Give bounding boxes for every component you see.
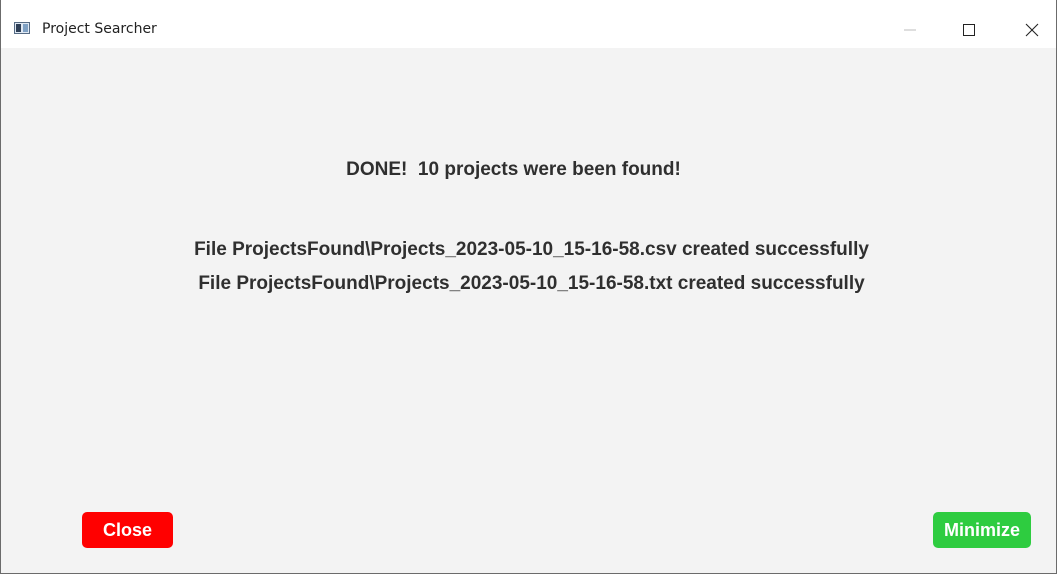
title-bar[interactable]: Project Searcher	[1, 0, 1056, 48]
content-area: DONE! 10 projects were been found! File …	[1, 48, 1056, 573]
maximize-icon	[963, 24, 975, 36]
app-window-icon	[14, 22, 30, 34]
app-icon-right-pane	[23, 24, 28, 32]
file-created-message-csv: File ProjectsFound\Projects_2023-05-10_1…	[194, 239, 869, 260]
window-close-button[interactable]	[1010, 16, 1054, 44]
close-button[interactable]: Close	[82, 512, 173, 548]
file-created-message-txt: File ProjectsFound\Projects_2023-05-10_1…	[198, 273, 865, 294]
app-icon-left-pane	[16, 24, 21, 32]
minimize-button[interactable]: Minimize	[933, 512, 1031, 548]
done-message: DONE! 10 projects were been found!	[346, 159, 681, 180]
window-minimize-button[interactable]	[888, 16, 932, 44]
window-maximize-button[interactable]	[947, 16, 991, 44]
close-icon	[1025, 23, 1039, 37]
project-searcher-window: Project Searcher DONE! 10 projects were …	[0, 0, 1057, 574]
window-title: Project Searcher	[42, 21, 157, 37]
minimize-icon	[904, 29, 916, 31]
